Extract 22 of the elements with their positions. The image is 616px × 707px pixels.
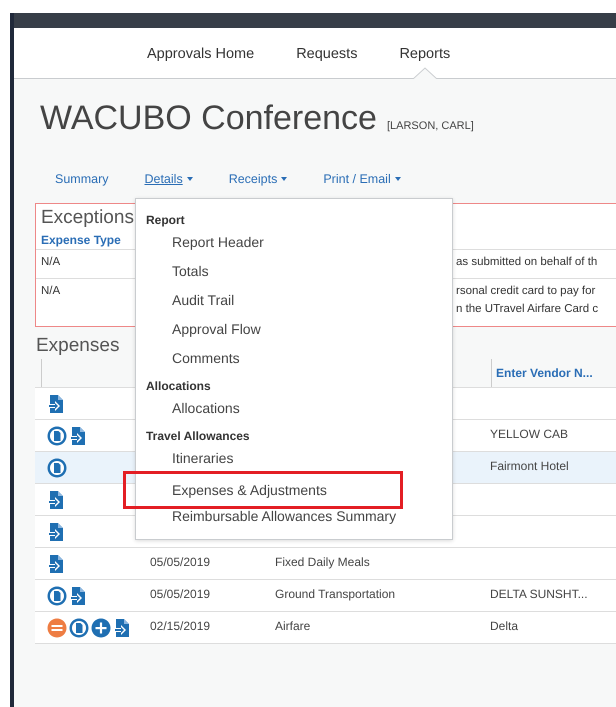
vendor-cell: YELLOW CAB (490, 427, 568, 441)
report-title: WACUBO Conference (40, 99, 377, 138)
table-cell-text: N/A (40, 284, 62, 299)
vendor-cell: Delta (490, 619, 518, 633)
date-cell: 02/15/2019 (150, 619, 210, 633)
exception-message: rsonal credit card to pay for (456, 285, 596, 297)
vendor-cell: DELTA SUNSHT... (490, 587, 588, 601)
table-cell-text: N/A (40, 255, 62, 270)
employee-name: [LARSON, CARL] (386, 120, 474, 132)
vendor-cell: Fairmont Hotel (490, 459, 569, 473)
expense-type-cell: Airfare (275, 619, 310, 633)
menu-section-title: Report (145, 213, 186, 228)
menu-section-title: Travel Allowances (145, 429, 251, 444)
expense-type-cell: Fixed Daily Meals (275, 555, 370, 569)
date-cell: 05/05/2019 (150, 555, 210, 569)
section-title: Expenses (36, 335, 120, 358)
expense-type-cell: Ground Transportation (275, 587, 396, 601)
date-cell: 05/05/2019 (150, 587, 210, 601)
section-title: Exceptions (40, 206, 134, 229)
exception-message: as submitted on behalf of th (456, 256, 598, 268)
menu-section-title: Allocations (145, 379, 212, 394)
exception-message: n the UTravel Airfare Card c (456, 303, 598, 315)
